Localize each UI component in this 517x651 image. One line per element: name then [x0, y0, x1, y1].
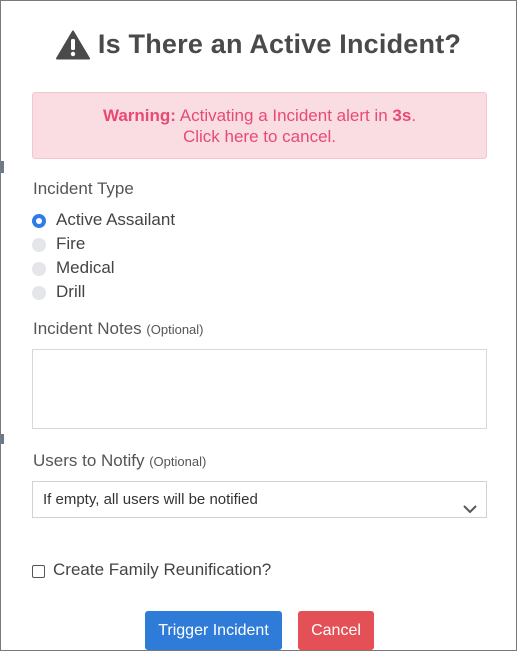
radio-button[interactable] [32, 238, 46, 252]
incident-notes-label: Incident Notes (Optional) [33, 319, 204, 339]
chevron-down-icon[interactable] [462, 493, 478, 514]
alert-cancel-link[interactable]: Click here to cancel. [33, 126, 486, 147]
users-select-placeholder: If empty, all users will be notified [43, 491, 258, 508]
family-reunification-checkbox[interactable] [32, 564, 45, 578]
users-to-notify-select[interactable]: If empty, all users will be notified [32, 481, 487, 518]
family-reunification-option[interactable]: Create Family Reunification? [32, 560, 271, 580]
radio-label: Fire [56, 234, 86, 253]
incident-notes-textarea[interactable] [32, 349, 487, 429]
optional-hint: (Optional) [146, 322, 204, 337]
warning-triangle-icon [55, 30, 90, 60]
family-reunification-label: Create Family Reunification? [53, 560, 272, 579]
users-to-notify-label-text: Users to Notify [33, 451, 145, 470]
incident-modal: Is There an Active Incident? Warning: Ac… [0, 0, 517, 651]
users-to-notify-label: Users to Notify (Optional) [33, 451, 206, 471]
incident-type-label: Incident Type [33, 179, 134, 198]
alert-message-end: . [411, 106, 417, 125]
radio-label: Active Assailant [56, 210, 176, 229]
radio-option-active-assailant[interactable]: Active Assailant [32, 210, 175, 230]
radio-option-drill[interactable]: Drill [32, 282, 85, 302]
background-edge-mark [1, 434, 4, 444]
alert-countdown: 3s [392, 106, 412, 125]
cancel-button[interactable]: Cancel [298, 611, 374, 650]
radio-button-checked[interactable] [32, 214, 46, 228]
radio-option-fire[interactable]: Fire [32, 234, 85, 254]
alert-warning-prefix: Warning: [102, 106, 176, 125]
alert-message: Activating a Incident alert in [179, 106, 388, 125]
modal-title: Is There an Active Incident? [97, 29, 462, 59]
radio-button[interactable] [32, 262, 46, 276]
background-edge-mark [1, 161, 4, 173]
modal-header: Is There an Active Incident? [1, 29, 516, 60]
radio-option-medical[interactable]: Medical [32, 258, 115, 278]
radio-label: Medical [56, 258, 115, 277]
alert-warning-line: Warning: Activating a Incident alert in … [33, 105, 486, 126]
cancel-countdown-alert[interactable]: Warning: Activating a Incident alert in … [32, 92, 487, 159]
optional-hint: (Optional) [149, 454, 207, 469]
radio-button[interactable] [32, 286, 46, 300]
radio-label: Drill [56, 282, 86, 301]
trigger-incident-button[interactable]: Trigger Incident [145, 611, 282, 650]
incident-notes-label-text: Incident Notes [33, 319, 142, 338]
